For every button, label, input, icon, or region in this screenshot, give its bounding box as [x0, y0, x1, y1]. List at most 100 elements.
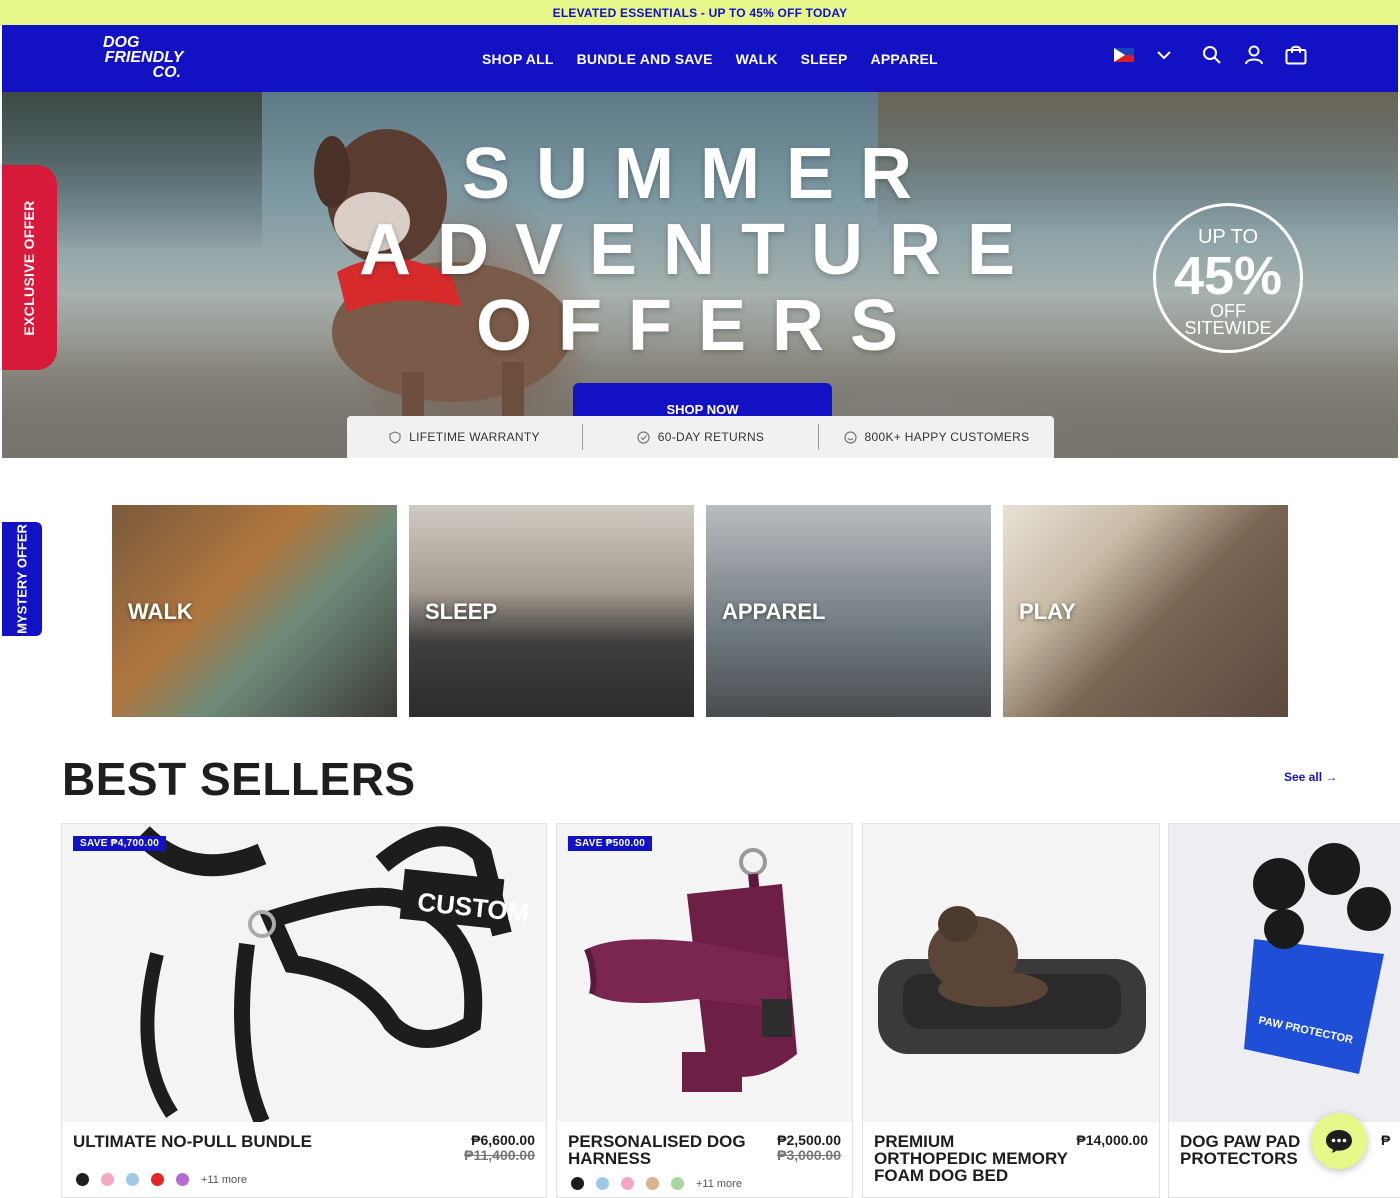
product-name[interactable]: PERSONALISED DOG HARNESS — [568, 1133, 746, 1167]
category-walk-label: WALK — [128, 599, 193, 624]
site-header: DOG FRIENDLY CO. SHOP ALL BUNDLE AND SAV… — [2, 25, 1398, 92]
logo-line-2: FRIENDLY — [104, 49, 184, 66]
more-colors-link[interactable]: +11 more — [201, 1174, 247, 1186]
color-swatch[interactable] — [76, 1173, 89, 1186]
trust-bar: LIFETIME WARRANTY 60-DAY RETURNS 800K+ H… — [347, 416, 1054, 458]
color-swatch[interactable] — [151, 1173, 164, 1186]
see-all-link[interactable]: See all → — [1284, 770, 1337, 784]
product-name[interactable]: ULTIMATE NO-PULL BUNDLE — [73, 1133, 312, 1150]
color-swatch[interactable] — [101, 1173, 114, 1186]
hero-banner: SUMMER ADVENTURE OFFERS UP TO 45% OFF SI… — [2, 92, 1398, 458]
announcement-text: ELEVATED ESSENTIALS - UP TO 45% OFF TODA… — [552, 5, 848, 20]
harness-bundle-image: CUSTOM — [134, 825, 531, 1126]
save-badge: SAVE ₱500.00 — [568, 836, 653, 851]
current-price: ₱2,500.00 — [777, 1132, 841, 1148]
trust-customers-label: 800K+ HAPPY CUSTOMERS — [864, 430, 1030, 444]
current-price: ₱6,600.00 — [471, 1132, 535, 1148]
exclusive-offer-label: EXCLUSIVE OFFER — [21, 200, 37, 336]
original-price: ₱11,400.00 — [464, 1147, 535, 1163]
current-price: ₱14,000.00 — [1076, 1132, 1148, 1148]
dog-bed-image — [878, 906, 1146, 1054]
current-price: ₱ — [1381, 1132, 1391, 1148]
category-sleep[interactable]: SLEEP — [409, 505, 694, 717]
product-name-line: HARNESS — [568, 1149, 652, 1168]
chevron-down-icon[interactable] — [1152, 43, 1176, 67]
mystery-offer-label: MYSTERY OFFER — [14, 524, 30, 634]
color-swatch[interactable] — [571, 1177, 584, 1190]
product-price: ₱ — [1381, 1133, 1390, 1148]
exclusive-offer-tab[interactable]: EXCLUSIVE OFFER — [2, 165, 57, 370]
color-swatch[interactable] — [621, 1177, 634, 1190]
nav-shop-all[interactable]: SHOP ALL — [482, 51, 554, 67]
category-play-label: PLAY — [1019, 599, 1076, 624]
product-card[interactable]: CUSTOM SAVE ₱4,700.00 ULTIMATE NO-PULL B… — [61, 823, 547, 1198]
trust-item-returns: 60-DAY RETURNS — [583, 430, 818, 444]
product-name-line: PERSONALISED DOG — [568, 1132, 746, 1151]
color-swatches: +11 more — [571, 1177, 742, 1190]
category-sleep-label: SLEEP — [425, 599, 498, 624]
logo-line-3: CO. — [152, 64, 181, 81]
color-swatches: +11 more — [76, 1173, 247, 1186]
product-name[interactable]: DOG PAW PAD PROTECTORS — [1180, 1133, 1300, 1167]
product-name-line: ORTHOPEDIC MEMORY — [874, 1149, 1068, 1168]
color-swatch[interactable] — [596, 1177, 609, 1190]
nav-bundle-and-save[interactable]: BUNDLE AND SAVE — [577, 51, 713, 67]
returns-icon — [637, 430, 650, 444]
category-walk[interactable]: WALK — [112, 505, 397, 717]
search-icon[interactable] — [1200, 43, 1224, 67]
account-icon[interactable] — [1242, 43, 1266, 67]
product-image[interactable]: PAW PROTECTOR — [1169, 824, 1400, 1122]
badge-percent: 45% — [1173, 246, 1283, 306]
color-swatch[interactable] — [176, 1173, 189, 1186]
cart-icon[interactable] — [1284, 43, 1308, 67]
logo-line-1: DOG — [103, 34, 140, 51]
shield-icon — [389, 430, 401, 444]
chat-bubble-icon — [1326, 1130, 1352, 1153]
paw-protector-image: PAW PROTECTOR — [1244, 843, 1391, 1074]
product-price: ₱14,000.00 — [1076, 1133, 1148, 1148]
brand-logo[interactable]: DOG FRIENDLY CO. — [99, 34, 189, 81]
ph-flag-icon[interactable] — [1114, 48, 1134, 62]
trust-returns-label: 60-DAY RETURNS — [657, 430, 765, 444]
smiley-icon — [843, 430, 857, 444]
color-swatch[interactable] — [646, 1177, 659, 1190]
product-name-line: FOAM DOG BED — [874, 1166, 1009, 1185]
product-name[interactable]: PREMIUM ORTHOPEDIC MEMORY FOAM DOG BED — [874, 1133, 1068, 1184]
save-badge: SAVE ₱4,700.00 — [73, 836, 167, 851]
product-price: ₱6,600.00 ₱11,400.00 — [464, 1133, 535, 1163]
product-image[interactable] — [557, 824, 852, 1122]
discount-badge: UP TO 45% OFF SITEWIDE — [1153, 203, 1303, 353]
product-image[interactable] — [863, 824, 1159, 1122]
product-name-line: PROTECTORS — [1180, 1149, 1298, 1168]
best-sellers-title: BEST SELLERS — [62, 753, 416, 805]
product-name-line: ULTIMATE NO-PULL BUNDLE — [73, 1132, 312, 1151]
badge-sitewide: SITEWIDE — [1184, 318, 1272, 338]
trust-item-customers: 800K+ HAPPY CUSTOMERS — [819, 430, 1054, 444]
mystery-offer-tab[interactable]: MYSTERY OFFER — [2, 522, 42, 636]
category-play[interactable]: PLAY — [1003, 505, 1288, 717]
personalised-harness-image — [584, 848, 797, 1092]
trust-item-warranty: LIFETIME WARRANTY — [347, 430, 582, 444]
product-card[interactable]: PREMIUM ORTHOPEDIC MEMORY FOAM DOG BED ₱… — [862, 823, 1160, 1198]
product-name-line: PREMIUM — [874, 1132, 955, 1151]
nav-sleep[interactable]: SLEEP — [801, 51, 848, 67]
color-swatch[interactable] — [126, 1173, 139, 1186]
product-price: ₱2,500.00 ₱3,000.00 — [777, 1133, 841, 1163]
trust-warranty-label: LIFETIME WARRANTY — [409, 430, 540, 444]
header-icons — [1114, 43, 1308, 67]
nav-apparel[interactable]: APPAREL — [871, 51, 938, 67]
product-image[interactable]: CUSTOM — [62, 824, 546, 1126]
more-colors-link[interactable]: +11 more — [696, 1178, 742, 1190]
chat-button[interactable] — [1311, 1113, 1367, 1169]
category-apparel[interactable]: APPAREL — [706, 505, 991, 717]
original-price: ₱3,000.00 — [777, 1147, 841, 1163]
category-apparel-label: APPAREL — [722, 599, 826, 624]
announcement-bar: ELEVATED ESSENTIALS - UP TO 45% OFF TODA… — [0, 0, 1400, 25]
main-nav: SHOP ALL BUNDLE AND SAVE WALK SLEEP APPA… — [482, 25, 938, 92]
product-name-line: DOG PAW PAD — [1180, 1132, 1301, 1151]
color-swatch[interactable] — [671, 1177, 684, 1190]
product-card[interactable]: SAVE ₱500.00 PERSONALISED DOG HARNESS ₱2… — [556, 823, 853, 1198]
nav-walk[interactable]: WALK — [736, 51, 778, 67]
category-grid: WALK SLEEP APPAREL PLAY — [112, 505, 1288, 717]
hero-title-line-1: SUMMER — [462, 134, 938, 214]
